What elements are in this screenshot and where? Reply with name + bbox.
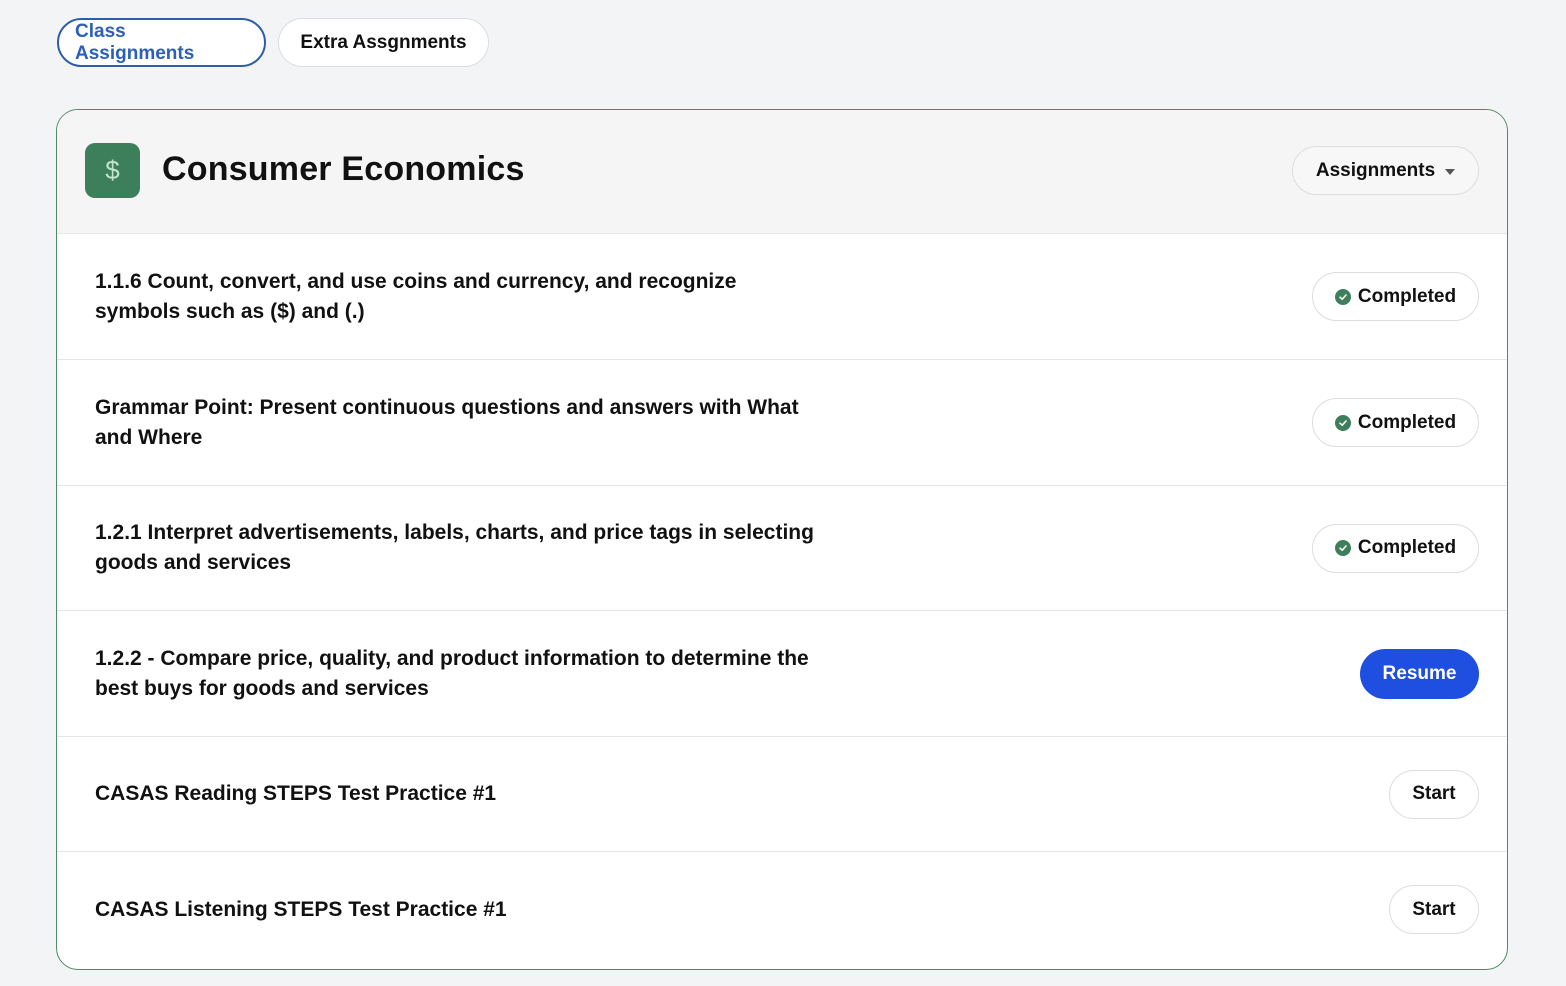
- check-circle-icon: [1334, 414, 1351, 431]
- dollar-symbol: $: [105, 155, 120, 185]
- completed-badge: Completed: [1312, 523, 1479, 573]
- assignment-row: Grammar Point: Present continuous questi…: [57, 360, 1507, 486]
- card-header: $ Consumer Economics Assignments: [57, 110, 1507, 234]
- dropdown-label: Assignments: [1315, 159, 1436, 181]
- assignment-title: Grammar Point: Present continuous questi…: [95, 395, 799, 449]
- assignment-tabs: Class Assignments Extra Assgnments: [57, 18, 489, 67]
- completed-badge: Completed: [1312, 398, 1479, 447]
- assignment-title: 1.2.1 Interpret advertisements, labels, …: [95, 521, 814, 574]
- assignment-row: CASAS Listening STEPS Test Practice #1 S…: [57, 852, 1507, 967]
- tab-extra-assignments[interactable]: Extra Assgnments: [278, 18, 489, 67]
- caret-down-icon: [1445, 168, 1456, 175]
- assignment-title: 1.1.6 Count, convert, and use coins and …: [95, 269, 737, 323]
- check-circle-icon: [1334, 540, 1351, 556]
- start-button[interactable]: Start: [1389, 769, 1479, 819]
- subject-card: $ Consumer Economics Assignments 1.1.6 C…: [56, 109, 1508, 970]
- tab-class-assignments[interactable]: Class Assignments: [57, 18, 266, 67]
- status-label: Completed: [1357, 285, 1457, 307]
- subject-title: Consumer Economics: [162, 150, 525, 188]
- assignment-row: 1.1.6 Count, convert, and use coins and …: [57, 234, 1507, 360]
- start-button[interactable]: Start: [1389, 885, 1479, 934]
- check-circle-icon: [1334, 288, 1351, 305]
- assignment-title: 1.2.2 - Compare price, quality, and prod…: [95, 646, 809, 700]
- dollar-icon: $: [85, 143, 140, 198]
- status-label: Completed: [1357, 537, 1457, 558]
- assignment-row: 1.2.1 Interpret advertisements, labels, …: [57, 486, 1507, 611]
- assignments-dropdown[interactable]: Assignments: [1292, 146, 1479, 195]
- assignment-row: 1.2.2 - Compare price, quality, and prod…: [57, 611, 1507, 737]
- tab-label: Class Assignments: [75, 20, 195, 64]
- completed-badge: Completed: [1312, 272, 1479, 321]
- resume-button[interactable]: Resume: [1360, 648, 1479, 699]
- assignment-title: CASAS Reading STEPS Test Practice #1: [95, 782, 497, 805]
- assignment-row: CASAS Reading STEPS Test Practice #1 Sta…: [57, 737, 1507, 852]
- tab-label: Extra Assgnments: [300, 31, 467, 53]
- status-label: Completed: [1357, 411, 1457, 433]
- assignment-title: CASAS Listening STEPS Test Practice #1: [95, 897, 507, 921]
